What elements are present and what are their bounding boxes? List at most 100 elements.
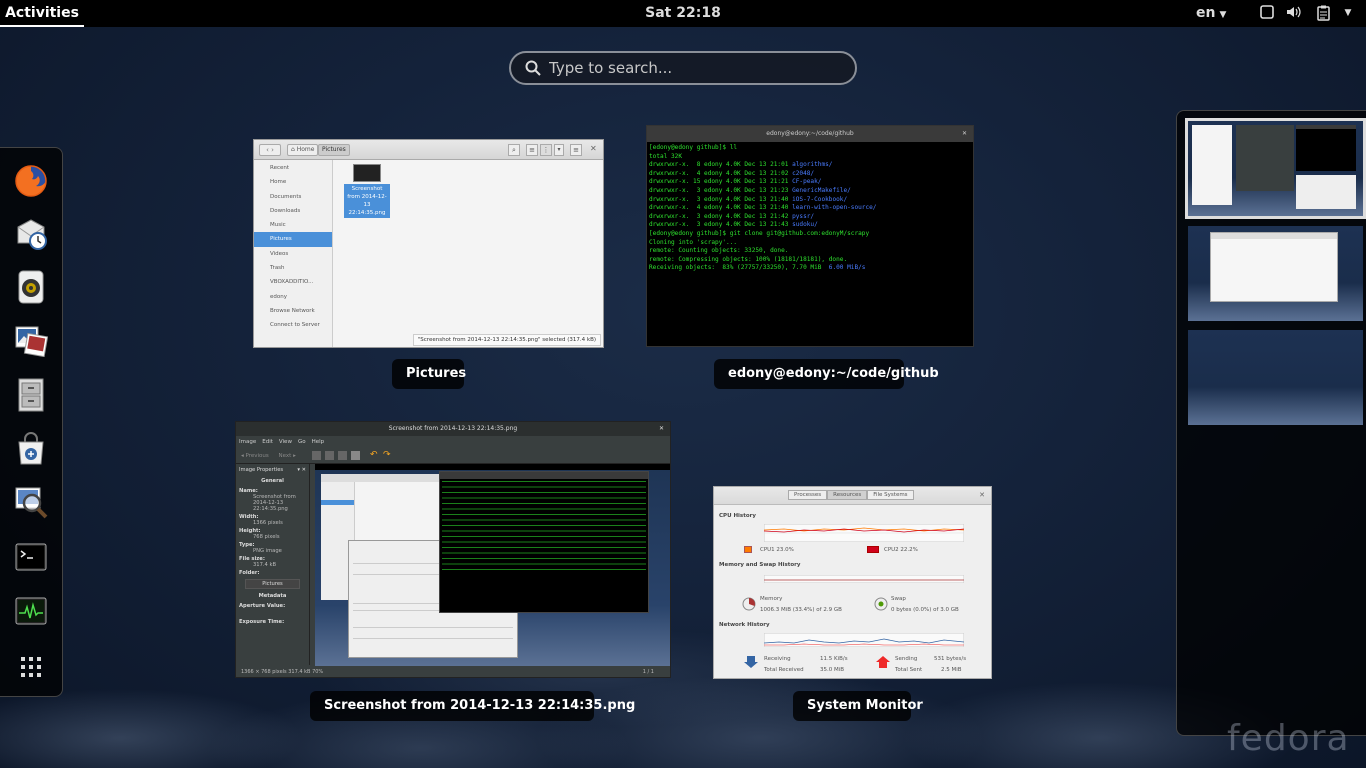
fullscreen-icon[interactable] [351,451,360,460]
image-canvas[interactable] [315,464,670,666]
terminal-line: Cloning into 'scrapy'... [649,238,738,246]
clock[interactable]: Sat 22:18 [0,0,1366,27]
volume-icon[interactable] [1286,5,1302,21]
window-label-pictures[interactable]: Pictures [392,359,466,389]
rhythmbox-icon[interactable] [12,268,50,306]
image-viewer-menubar: Image Edit View Go Help [236,436,670,448]
terminal-line: drwxrwxr-x. 3 edony 4.0K Dec 13 21:43 su… [649,221,971,230]
grid-view-icon[interactable]: ⋮ [540,144,552,156]
sending-value: 531 bytes/s [934,656,967,662]
rotate-right-icon[interactable]: ↷ [383,451,392,460]
system-menu-chevron-icon[interactable]: ▼ [1340,5,1356,21]
terminal-line: drwxrwxr-x. 15 edony 4.0K Dec 13 21:21 C… [649,178,971,187]
breadcrumb-pictures[interactable]: Pictures [318,144,350,156]
activities-button[interactable]: Activities [0,0,84,27]
search-icon[interactable]: ⌕ [508,144,520,156]
close-icon[interactable]: ▾ ✕ [297,467,306,473]
list-view-icon[interactable]: ≡ [526,144,538,156]
tab-processes[interactable]: Processes [788,490,828,500]
sidebar-item[interactable]: Documents [254,190,332,204]
close-icon[interactable]: ✕ [979,491,985,499]
memory-label: Memory [760,596,783,602]
cpu1-label: CPU1 23.0% [760,547,794,553]
terminal-dir-name: learn-with-open-source/ [792,204,877,212]
sidebar-item[interactable]: VBOXADDITIO... [254,275,332,289]
window-thumbnail-terminal[interactable]: edony@edony:~/code/github ✕ [edony@edony … [646,125,974,347]
sidebar-item[interactable]: Recent [254,161,332,175]
terminal-output[interactable]: [edony@edony github]$ ll total 32K drwxrwx… [647,142,973,275]
firefox-icon[interactable] [12,162,50,200]
menu-item[interactable]: Help [312,439,325,445]
workspace-2[interactable] [1188,226,1363,321]
embedded-topbar [315,464,670,470]
window-thumbnail-pictures[interactable]: ‹ › ⌂ Home Pictures ⌕ ≡ ⋮ ▾ ≡ ✕ Recent Ho… [253,139,604,348]
swap-label: Swap [891,596,906,602]
sidebar-item[interactable]: Browse Network [254,304,332,318]
image-viewer-icon[interactable] [12,483,50,521]
window-label-image-viewer[interactable]: Screenshot from 2014-12-13 22:14:35.png [310,691,635,721]
zoom-out-icon[interactable] [325,451,334,460]
search-box[interactable] [509,51,857,85]
system-monitor-tabs: Processes Resources File Systems [788,490,914,500]
sidebar-item[interactable]: Home [254,175,332,189]
sidebar-item[interactable]: Trash [254,261,332,275]
system-monitor-icon[interactable] [12,592,50,630]
menu-item[interactable]: View [279,439,292,445]
property-value: Screenshot from 2014-12-13 22:14:35.png [253,494,296,512]
search-input[interactable] [549,59,839,77]
menu-item[interactable]: Edit [262,439,273,445]
workspace-3[interactable] [1188,330,1363,425]
close-icon[interactable]: ✕ [962,126,967,142]
sidebar-item[interactable]: edony [254,290,332,304]
sending-arrow-icon [876,656,890,668]
file-item[interactable]: Screenshot from 2014-12-13 22:14:35.png [344,164,390,218]
cpu1-color-swatch[interactable] [744,546,752,553]
window-thumbnail-system-monitor[interactable]: Processes Resources File Systems ✕ CPU His… [713,486,992,679]
window-label-system-monitor[interactable]: System Monitor [793,691,923,721]
tab-resources[interactable]: Resources [827,490,868,500]
breadcrumb-home[interactable]: ⌂ Home [287,144,319,156]
cpu2-color-swatch[interactable] [867,546,879,553]
previous-button[interactable]: ◂ Previous [241,453,269,459]
sidebar-item[interactable]: Downloads [254,204,332,218]
sidebar-item[interactable]: Music [254,218,332,232]
sidebar-item[interactable]: Videos [254,247,332,261]
evolution-icon[interactable] [12,215,50,253]
menu-icon[interactable]: ≡ [570,144,582,156]
terminal-title: edony@edony:~/code/github [766,130,854,137]
workspace-2-browser-window [1210,232,1338,302]
close-icon[interactable]: ✕ [659,422,664,436]
menu-item[interactable]: Go [298,439,306,445]
language-indicator[interactable]: en ▼ [1196,0,1226,27]
terminal-line-meta: drwxrwxr-x. 8 edony 4.0K Dec 13 21:01 [649,161,793,169]
terminal-line: drwxrwxr-x. 3 edony 4.0K Dec 13 21:40 iO… [649,196,971,205]
back-forward-icon[interactable]: ‹ › [259,144,281,156]
zoom-in-icon[interactable] [312,451,321,460]
software-icon[interactable] [12,430,50,468]
embedded-terminal-titlebar [440,472,648,479]
workspace-1[interactable] [1185,118,1366,219]
window-label-terminal[interactable]: edony@edony:~/code/github [714,359,939,389]
file-name-label: Screenshot from 2014-12-13 22:14:35.png [344,184,390,218]
clipboard-icon[interactable] [1316,5,1332,21]
folder-button[interactable]: Pictures [245,579,300,589]
close-icon[interactable]: ✕ [590,144,597,153]
menu-item[interactable]: Image [239,439,256,445]
terminal-icon[interactable] [12,538,50,576]
next-button[interactable]: Next ▸ [279,453,296,459]
window-icon[interactable] [1259,5,1275,21]
shotwell-icon[interactable] [12,321,50,359]
sidebar-item[interactable]: Pictures [254,232,332,247]
best-fit-icon[interactable] [338,451,347,460]
tab-file-systems[interactable]: File Systems [867,490,914,500]
rotate-left-icon[interactable]: ↶ [370,451,379,460]
property-key: Folder: [239,570,260,576]
window-thumbnail-image-viewer[interactable]: Screenshot from 2014-12-13 22:14:35.png ✕… [235,421,671,678]
next-label: Next [278,453,292,459]
show-apps-icon[interactable] [12,648,50,686]
sidebar-item[interactable]: Connect to Server [254,318,332,332]
total-received-value: 35.0 MiB [820,667,845,673]
files-icon[interactable] [12,376,50,414]
view-options-icon[interactable]: ▾ [554,144,564,156]
terminal-line-meta: drwxrwxr-x. 15 edony 4.0K Dec 13 21:21 [649,178,793,186]
